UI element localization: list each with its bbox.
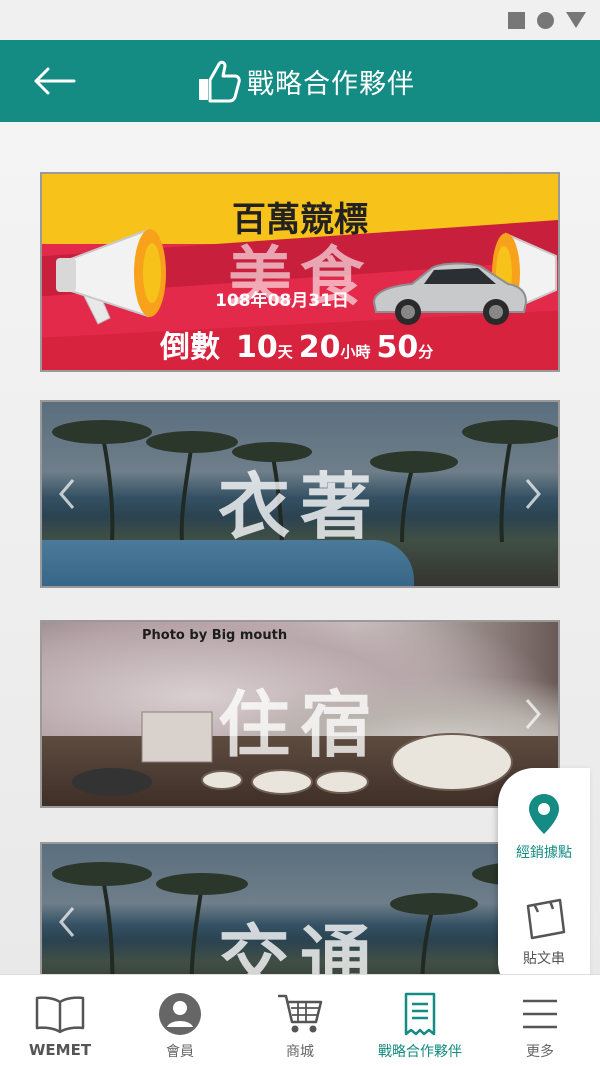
receipt-icon <box>404 992 436 1036</box>
chevron-right-icon <box>525 479 541 509</box>
countdown-minutes-unit: 分 <box>418 343 434 361</box>
nav-label-wemet: WEMET <box>28 1041 92 1059</box>
map-pin-icon <box>529 794 559 834</box>
banner-title: 住宿 <box>217 683 382 767</box>
chevron-left-icon <box>59 907 75 937</box>
countdown-minutes: 50 <box>376 330 419 365</box>
countdown-label: 倒數 <box>160 330 220 365</box>
chevron-right-icon <box>525 699 541 729</box>
nav-label-member: 會員 <box>166 1044 194 1060</box>
header-title-group: 戰略合作夥伴 <box>195 59 415 103</box>
dealer-locations-button[interactable]: 經銷據點 <box>498 792 590 862</box>
status-bar <box>0 0 600 40</box>
nav-label-shop: 商城 <box>286 1044 314 1060</box>
countdown-hours: 20 <box>298 330 341 365</box>
countdown-hours-unit: 小時 <box>340 343 371 361</box>
carousel-next-button[interactable] <box>518 469 548 519</box>
banner-title: 衣著 <box>217 465 382 549</box>
menu-icon <box>523 999 557 1029</box>
user-icon <box>159 993 201 1035</box>
carousel-prev-button[interactable] <box>52 897 82 947</box>
floating-side-panel: 經銷據點 貼文串 <box>498 768 590 998</box>
nav-item-partners[interactable]: 戰略合作夥伴 <box>360 975 480 1066</box>
recent-apps-icon <box>508 11 525 29</box>
nav-label-partners: 戰略合作夥伴 <box>378 1044 462 1060</box>
banner-transport[interactable]: 交通 <box>40 842 560 974</box>
post-feed-label: 貼文串 <box>523 951 565 967</box>
app-header: 戰略合作夥伴 <box>0 40 600 122</box>
sticky-note-icon <box>526 898 566 940</box>
carousel-prev-button[interactable] <box>52 469 82 519</box>
post-feed-button[interactable]: 貼文串 <box>498 896 590 968</box>
chevron-left-icon <box>59 479 75 509</box>
carousel-next-button[interactable] <box>518 689 548 739</box>
banner-food[interactable]: 百萬競標 美食 108年08月31日 倒數 10 天 20 小時 50 分 <box>40 172 560 372</box>
home-circle-icon <box>537 11 554 29</box>
banner-lodging[interactable]: Photo by Big mouth 住宿 <box>40 620 560 808</box>
bottom-navigation: WEMET 會員 商城 戰略合作夥伴 更多 <box>0 974 600 1066</box>
back-arrow-icon <box>34 67 76 95</box>
banner-clothing[interactable]: 衣著 <box>40 400 560 588</box>
countdown-days-unit: 天 <box>277 343 293 361</box>
countdown-days: 10 <box>236 330 278 365</box>
dealer-locations-label: 經銷據點 <box>516 845 572 861</box>
page-title: 戰略合作夥伴 <box>247 68 415 100</box>
nav-item-more[interactable]: 更多 <box>480 975 600 1066</box>
book-icon <box>35 996 85 1034</box>
back-button[interactable] <box>30 62 78 100</box>
cart-icon <box>278 994 323 1033</box>
countdown: 倒數 10 天 20 小時 50 分 <box>160 322 439 366</box>
nav-item-member[interactable]: 會員 <box>120 975 240 1066</box>
nav-item-wemet[interactable]: WEMET <box>0 975 120 1066</box>
thumbs-up-icon <box>199 60 241 103</box>
photo-credit: Photo by Big mouth <box>142 628 288 643</box>
banner-title: 交通 <box>217 917 382 974</box>
back-triangle-icon <box>566 12 586 28</box>
nav-item-shop[interactable]: 商城 <box>240 975 360 1066</box>
banner-date: 108年08月31日 <box>215 291 349 311</box>
nav-label-more: 更多 <box>526 1044 554 1060</box>
